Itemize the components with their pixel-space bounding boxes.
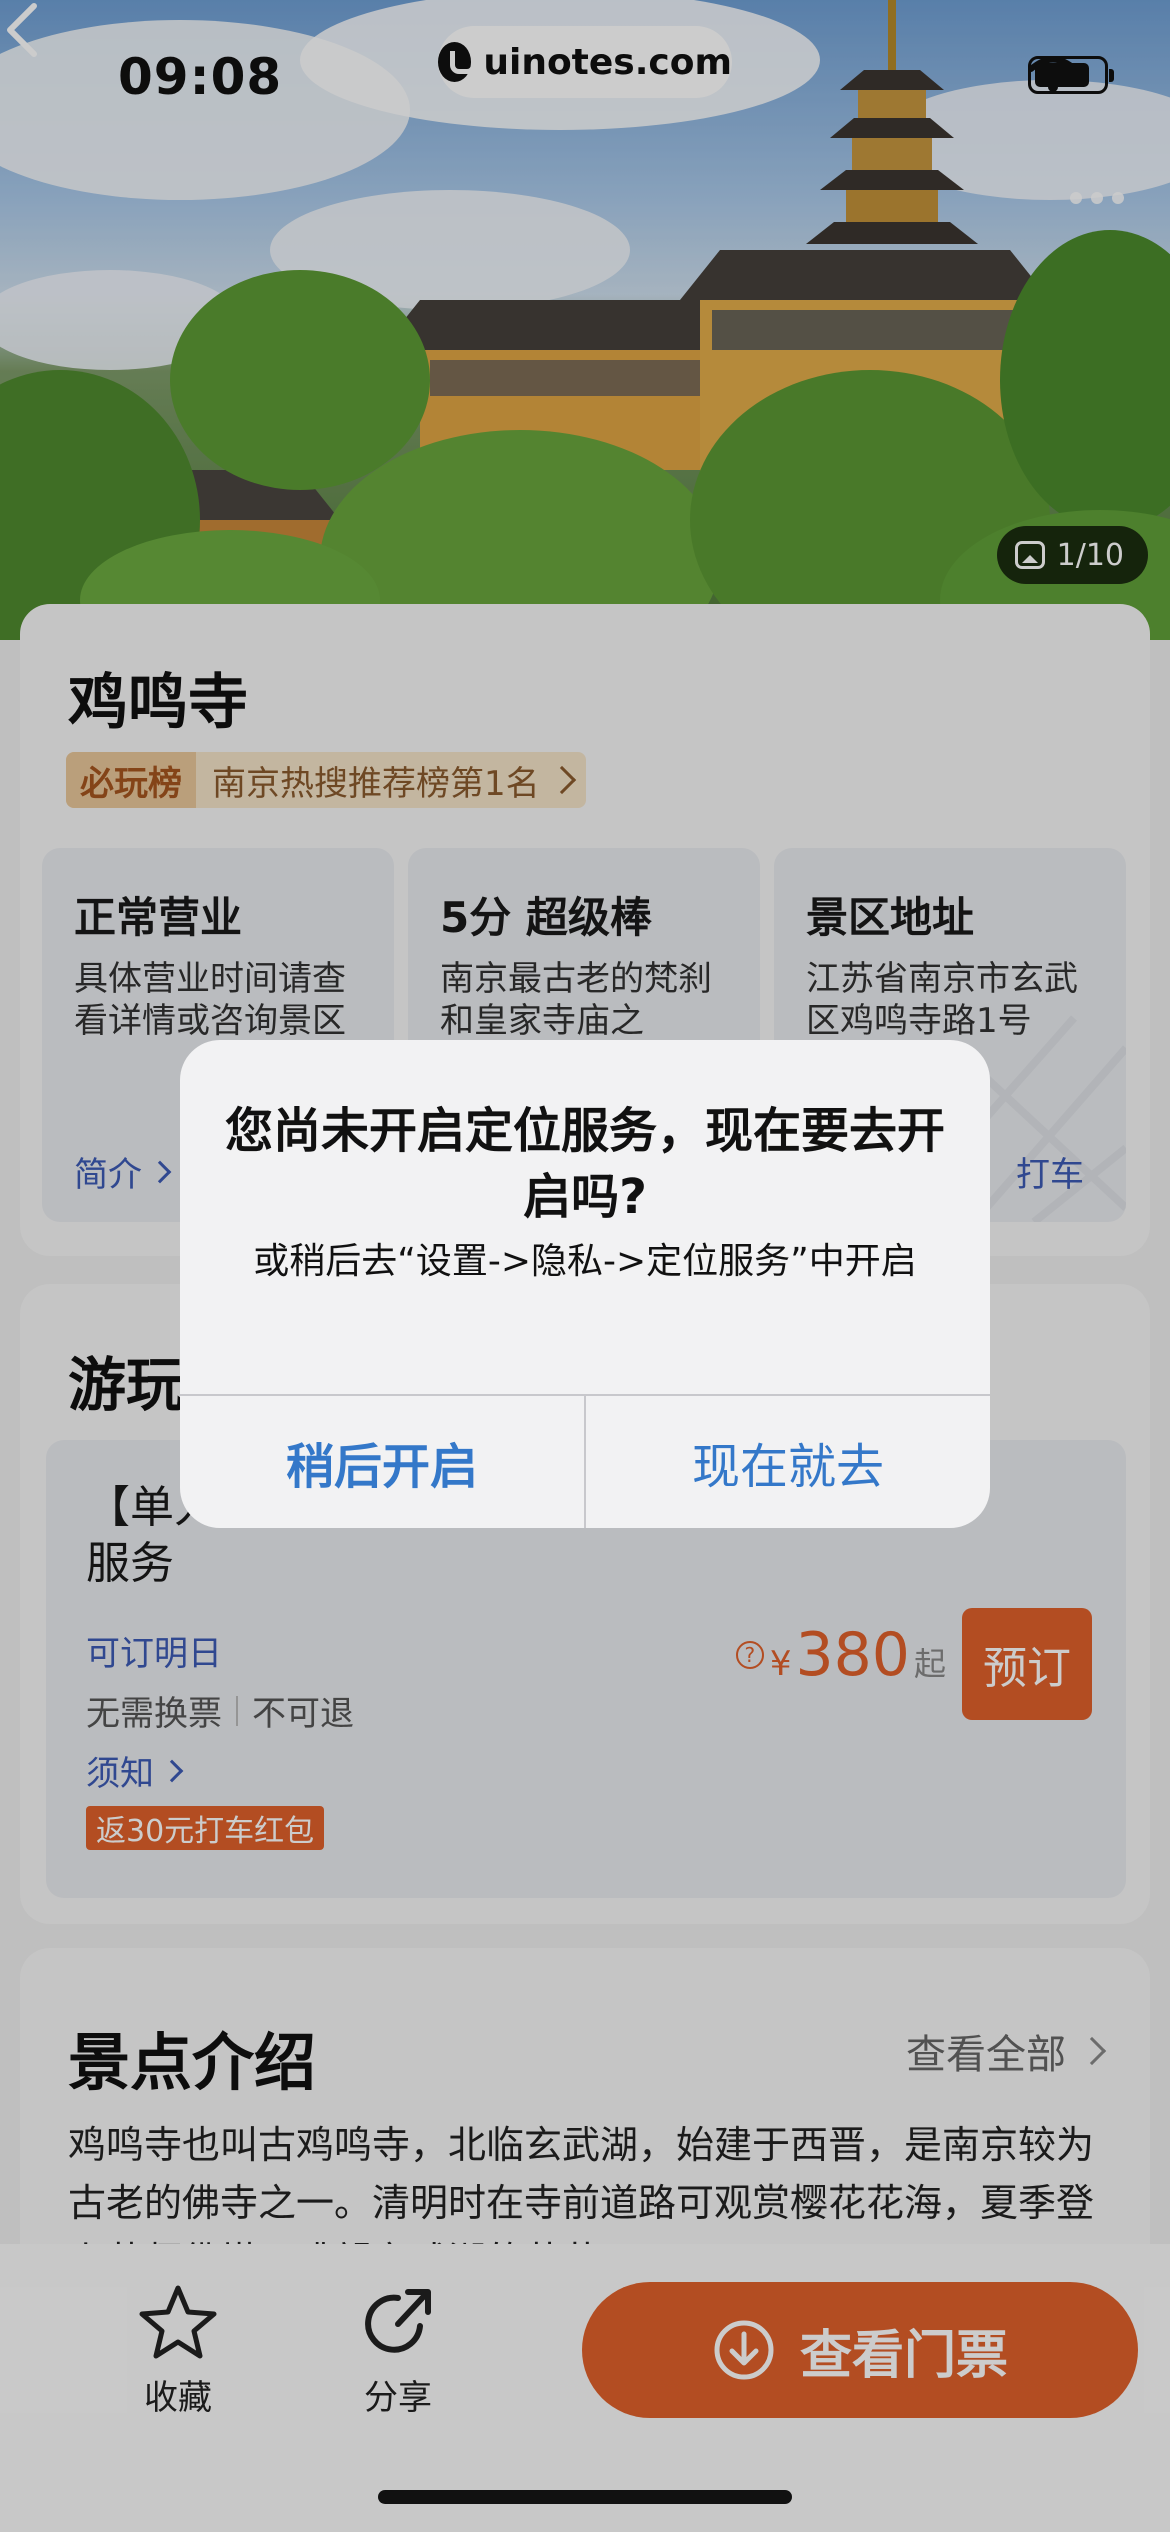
enable-later-button[interactable]: 稍后开启 <box>180 1396 584 1528</box>
location-permission-dialog: 您尚未开启定位服务，现在要去开启吗? 或稍后去“设置->隐私->定位服务”中开启… <box>180 1040 990 1528</box>
home-indicator <box>378 2490 792 2504</box>
go-now-button[interactable]: 现在就去 <box>586 1396 990 1528</box>
dialog-message: 或稍后去“设置->隐私->定位服务”中开启 <box>253 1241 917 1282</box>
dialog-title: 您尚未开启定位服务，现在要去开启吗? <box>224 1103 945 1225</box>
